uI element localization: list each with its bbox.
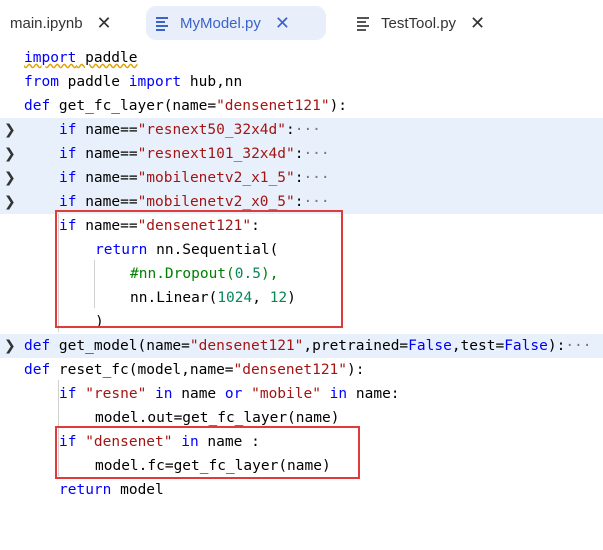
tab-label: main.ipynb — [10, 14, 83, 32]
code-editor[interactable]: import paddle from paddle import hub,nn … — [0, 44, 603, 508]
tab-main-ipynb[interactable]: main.ipynb ✕ — [0, 6, 122, 40]
code-line: if "resne" in name or "mobile" in name: — [59, 386, 400, 402]
code-line: def get_fc_layer(name="densenet121"): — [24, 98, 348, 114]
code-line-folded: ❯ if name=="resnext101_32x4d":··· — [0, 142, 603, 166]
fold-chevron-icon[interactable]: ❯ — [4, 166, 16, 190]
code-line: from paddle import hub,nn — [24, 74, 243, 90]
close-icon[interactable]: ✕ — [470, 14, 485, 32]
tab-testtool-py[interactable]: TestTool.py ✕ — [347, 6, 495, 40]
file-lines-icon — [156, 17, 168, 31]
tab-bar: main.ipynb ✕ MyModel.py ✕ TestTool.py ✕ — [0, 0, 603, 44]
annotation-box — [55, 426, 360, 479]
code-line-folded: ❯ def get_model(name="densenet121",pretr… — [0, 334, 603, 358]
close-icon[interactable]: ✕ — [97, 14, 112, 32]
code-line: def reset_fc(model,name="densenet121"): — [24, 362, 365, 378]
annotation-box — [55, 210, 343, 328]
tab-label: TestTool.py — [381, 14, 457, 32]
fold-chevron-icon[interactable]: ❯ — [4, 142, 16, 166]
fold-chevron-icon[interactable]: ❯ — [4, 190, 16, 214]
code-line: import paddle — [24, 50, 138, 66]
tab-label: MyModel.py — [180, 14, 261, 32]
code-line-folded: ❯ if name=="resnext50_32x4d":··· — [0, 118, 603, 142]
code-line: return model — [59, 482, 164, 498]
fold-chevron-icon[interactable]: ❯ — [4, 118, 16, 142]
fold-chevron-icon[interactable]: ❯ — [4, 334, 16, 358]
file-lines-icon — [357, 17, 369, 31]
code-line-folded: ❯ if name=="mobilenetv2_x1_5":··· — [0, 166, 603, 190]
tab-mymodel-py[interactable]: MyModel.py ✕ — [146, 6, 326, 40]
close-icon[interactable]: ✕ — [275, 14, 290, 32]
